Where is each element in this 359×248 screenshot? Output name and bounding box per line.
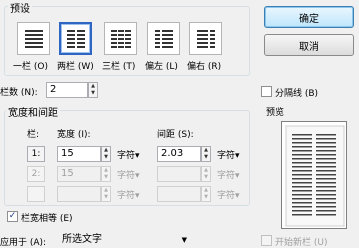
three-column-icon (110, 29, 131, 48)
cancel-button[interactable]: 取消 (264, 34, 354, 56)
column-2-spacing-unit: 字符▾ (217, 171, 240, 181)
preset-left-column-button[interactable] (147, 22, 180, 55)
preview-page-icon (285, 125, 345, 227)
column-2-spacing-spinner: ▲ ▼ (201, 166, 211, 182)
spin-up-icon: ▲ (104, 167, 108, 173)
col-header: 栏: (27, 130, 40, 140)
spin-up-icon[interactable]: ▲ (202, 147, 210, 154)
preset-one-column-label: 一栏 (O) (13, 62, 48, 72)
spin-up-icon: ▲ (204, 187, 208, 193)
column-1-spacing-unit[interactable]: 字符▾ (217, 148, 240, 161)
column-3-width-spinner: ▲ ▼ (101, 186, 111, 202)
column-3-spacing-unit: 字符▾ (217, 191, 240, 201)
column-1-spacing-spinner[interactable]: ▲ ▼ (201, 146, 211, 162)
preset-left-column-label: 偏左 (L) (145, 62, 178, 72)
column-1-width-unit[interactable]: 字符▾ (117, 148, 140, 161)
preview-title: 预览 (266, 108, 285, 118)
preset-two-column-button[interactable] (59, 22, 92, 55)
spin-up-icon[interactable]: ▲ (102, 147, 110, 154)
column-1-width-input[interactable]: 15 (57, 146, 101, 162)
check-icon: ✓ (8, 211, 17, 221)
two-column-icon (66, 29, 85, 48)
column-2-spacing-input (157, 166, 201, 182)
column-2-width-spinner: ▲ ▼ (101, 166, 111, 182)
spin-down-icon: ▼ (104, 194, 108, 200)
column-3-width-input (57, 186, 101, 202)
spin-up-icon[interactable]: ▲ (89, 83, 97, 90)
column-1-width-spinner[interactable]: ▲ ▼ (101, 146, 111, 162)
equal-width-checkbox[interactable]: ✓ (7, 211, 18, 222)
preset-right-column-button[interactable] (189, 22, 222, 55)
one-column-icon (24, 29, 43, 48)
spacing-header: 间距 (S): (157, 130, 194, 140)
spin-down-icon[interactable]: ▼ (89, 90, 97, 97)
spin-up-icon: ▲ (204, 167, 208, 173)
presets-title: 预设 (8, 0, 32, 15)
spin-down-icon[interactable]: ▼ (202, 154, 210, 161)
column-index-3 (27, 186, 45, 202)
column-index-2: 2: (27, 166, 45, 182)
equal-width-label: 栏宽相等 (E) (21, 214, 73, 224)
new-column-label: 开始新栏 (U) (275, 238, 328, 248)
column-1-spacing-input[interactable]: 2.03 (157, 146, 201, 162)
right-column-icon (196, 29, 215, 48)
preset-two-column-label: 两栏 (W) (57, 62, 94, 72)
column-index-1: 1: (27, 146, 45, 162)
width-header: 宽度 (I): (57, 130, 91, 140)
width-spacing-title: 宽度和间距 (6, 104, 60, 119)
column-count-spinner[interactable]: ▲ ▼ (88, 82, 98, 98)
column-3-spacing-input (157, 186, 201, 202)
spin-down-icon: ▼ (204, 194, 208, 200)
apply-to-value: 所选文字 (62, 234, 102, 245)
separator-label: 分隔线 (B) (275, 89, 319, 99)
column-count-input[interactable]: 2 (46, 82, 88, 98)
column-3-width-unit: 字符▾ (117, 191, 140, 201)
column-2-width-input: 15 (57, 166, 101, 182)
ok-button[interactable]: 确定 (264, 6, 354, 28)
chevron-down-icon: ▼ (181, 236, 187, 244)
apply-to-label: 应用于 (A): (0, 238, 47, 248)
spin-down-icon[interactable]: ▼ (102, 154, 110, 161)
new-column-checkbox (261, 235, 272, 246)
apply-to-select[interactable]: 所选文字 ▼ (58, 232, 192, 248)
spin-down-icon: ▼ (204, 174, 208, 180)
preset-one-column-button[interactable] (17, 22, 50, 55)
column-2-width-unit: 字符▾ (117, 171, 140, 181)
left-column-icon (154, 29, 173, 48)
spin-down-icon: ▼ (104, 174, 108, 180)
separator-checkbox[interactable] (261, 86, 272, 97)
column-count-label: 栏数 (N): (0, 88, 38, 98)
preset-three-column-button[interactable] (104, 22, 137, 55)
preset-right-column-label: 偏右 (R) (187, 62, 222, 72)
preset-three-column-label: 三栏 (T) (102, 62, 136, 72)
spin-up-icon: ▲ (104, 187, 108, 193)
column-3-spacing-spinner: ▲ ▼ (201, 186, 211, 202)
preview-panel (281, 121, 347, 229)
